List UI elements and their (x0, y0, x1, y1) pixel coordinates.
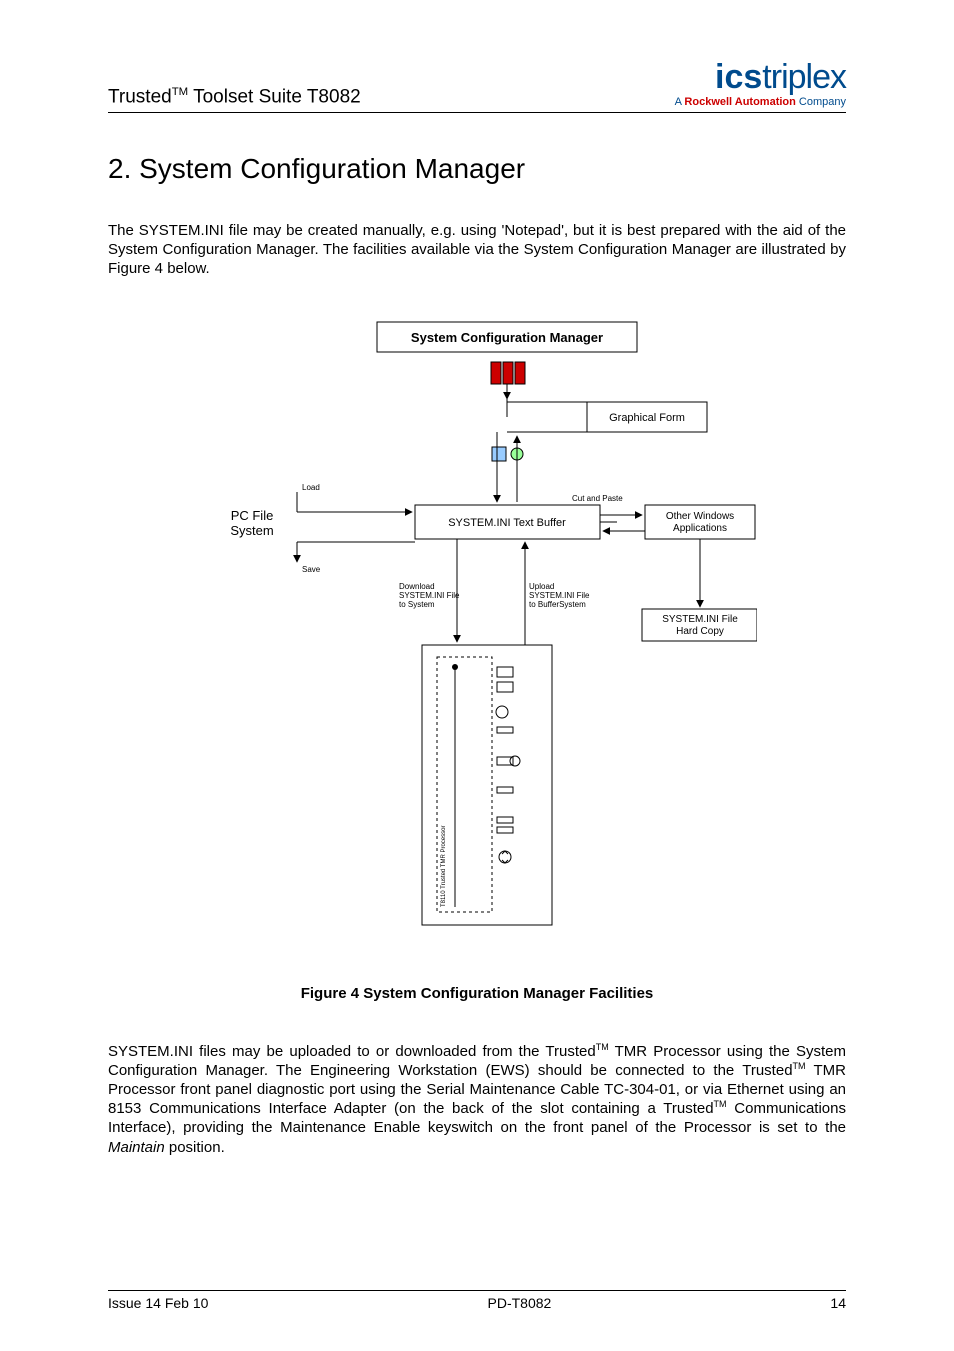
footer-docid: PD-T8082 (488, 1295, 552, 1311)
graphical-form-label: Graphical Form (609, 412, 685, 424)
other-apps-2: Applications (673, 523, 727, 534)
company-logo: icstriplex A Rockwell Automation Company (675, 60, 846, 108)
page-footer: Issue 14 Feb 10 PD-T8082 14 (108, 1290, 846, 1311)
text-buffer-label: SYSTEM.INI Text Buffer (448, 517, 566, 529)
footer-issue: Issue 14 Feb 10 (108, 1295, 208, 1311)
product-suite: Toolset Suite T8082 (188, 86, 361, 107)
ul-1: Upload (529, 582, 554, 591)
hc-1: SYSTEM.INI File (662, 614, 738, 625)
figure-caption: Figure 4 System Configuration Manager Fa… (108, 985, 846, 1002)
dl-2: SYSTEM.INI File (399, 591, 460, 600)
body-paragraph-2: SYSTEM.INI files may be uploaded to or d… (108, 1042, 846, 1157)
p2e: position. (165, 1139, 225, 1156)
other-apps-1: Other Windows (666, 511, 734, 522)
tm-2: TM (793, 1061, 806, 1071)
module-label: T8110 Trusted TMR Processor (441, 825, 447, 906)
diagram-title: System Configuration Manager (411, 330, 603, 345)
dl-1: Download (399, 582, 435, 591)
logo-tag-post: Company (796, 96, 846, 108)
tm-mark: TM (172, 86, 188, 98)
figure-4-diagram: System Configuration Manager Graphical F… (108, 317, 846, 937)
hc-2: Hard Copy (676, 626, 724, 637)
page: TrustedTM Toolset Suite T8082 icstriplex… (0, 0, 954, 1351)
scm-diagram-svg: System Configuration Manager Graphical F… (197, 317, 757, 937)
ul-3: to BufferSystem (529, 600, 586, 609)
brand-name: Trusted (108, 86, 172, 107)
load-label: Load (302, 483, 320, 492)
logo-tag-rockwell: Rockwell Automation (684, 96, 795, 108)
dl-3: to System (399, 600, 435, 609)
logo-text-ics: ics (715, 58, 762, 96)
pc-file-sys-2: System (230, 523, 273, 538)
p2a: SYSTEM.INI files may be uploaded to or d… (108, 1043, 596, 1060)
section-heading: 2. System Configuration Manager (108, 153, 846, 185)
logo-text-triplex: triplex (762, 58, 846, 96)
ul-2: SYSTEM.INI File (529, 591, 590, 600)
tm-1: TM (596, 1042, 609, 1052)
logo-tag-pre: A (675, 96, 685, 108)
p2-maintain: Maintain (108, 1139, 165, 1156)
footer-page-number: 14 (830, 1295, 846, 1311)
pc-file-sys-1: PC File (231, 508, 274, 523)
header-product-line: TrustedTM Toolset Suite T8082 (108, 86, 361, 108)
tm-3: TM (714, 1099, 727, 1109)
save-label: Save (302, 565, 321, 574)
cut-paste-label: Cut and Paste (572, 494, 623, 503)
intro-paragraph: The SYSTEM.INI file may be created manua… (108, 221, 846, 279)
page-header: TrustedTM Toolset Suite T8082 icstriplex… (108, 60, 846, 113)
